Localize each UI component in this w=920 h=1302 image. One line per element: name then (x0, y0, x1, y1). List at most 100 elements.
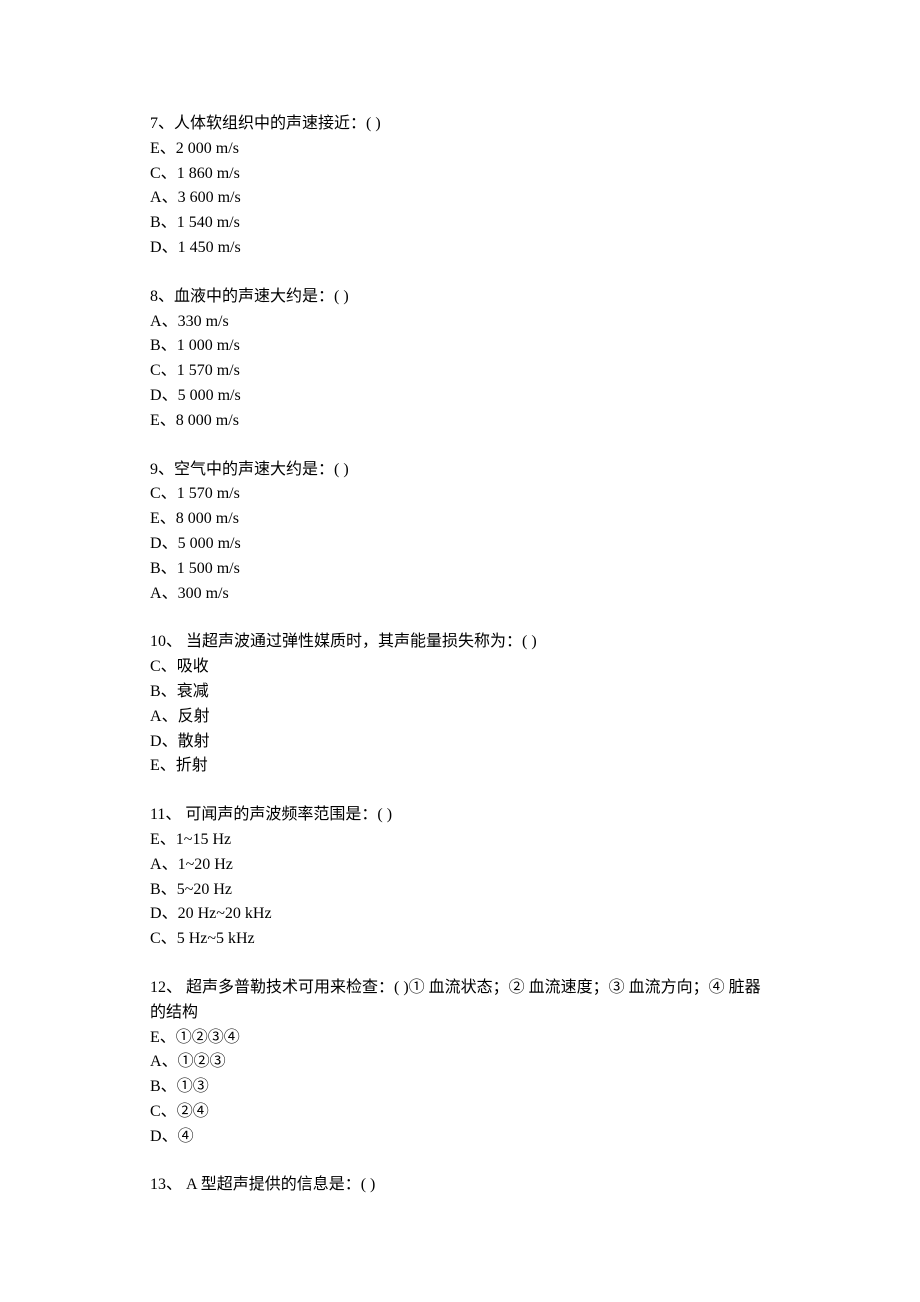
opt-letter: B (150, 1078, 161, 1095)
opt-text: 8 000 m/s (176, 510, 239, 527)
opt-letter: C (150, 485, 161, 502)
opt-letter: C (150, 362, 161, 379)
opt-text: 1~15 Hz (176, 831, 231, 848)
q-body: 当超声波通过弹性媒质时，其声能量损失称为：( ) (182, 633, 537, 650)
opt-text: 1 570 m/s (177, 362, 240, 379)
q-body: 人体软组织中的声速接近：( ) (174, 115, 381, 132)
q-number: 8 (150, 288, 158, 305)
q-body: 超声多普勒技术可用来检查：( )① 血流状态；② 血流速度；③ 血流方向；④ 脏… (150, 979, 761, 1021)
opt-letter: B (150, 683, 161, 700)
q-number: 9 (150, 461, 158, 478)
option: A、3 600 m/s (150, 186, 770, 211)
question-11: 11、 可闻声的声波频率范围是：( ) E、1~15 Hz A、1~20 Hz … (150, 803, 770, 952)
opt-letter: A (150, 189, 162, 206)
option: B、1 540 m/s (150, 211, 770, 236)
question-text: 13、 A 型超声提供的信息是：( ) (150, 1173, 770, 1198)
option: D、5 000 m/s (150, 384, 770, 409)
opt-letter: B (150, 214, 161, 231)
q-number: 13 (150, 1176, 166, 1193)
opt-text: 1 540 m/s (177, 214, 240, 231)
opt-letter: E (150, 757, 160, 774)
option: C、1 860 m/s (150, 162, 770, 187)
opt-text: 2 000 m/s (176, 140, 239, 157)
opt-text: 吸收 (177, 658, 209, 675)
opt-letter: C (150, 165, 161, 182)
opt-letter: E (150, 140, 160, 157)
opt-text: 5~20 Hz (177, 881, 232, 898)
option: E、2 000 m/s (150, 137, 770, 162)
option: D、5 000 m/s (150, 532, 770, 557)
opt-text: 散射 (178, 733, 210, 750)
opt-text: 8 000 m/s (176, 412, 239, 429)
option: D、散射 (150, 730, 770, 755)
option: A、1~20 Hz (150, 853, 770, 878)
opt-text: 1 860 m/s (177, 165, 240, 182)
q-body: 可闻声的声波频率范围是：( ) (181, 806, 392, 823)
opt-letter: D (150, 387, 162, 404)
opt-text: 1 450 m/s (178, 239, 241, 256)
opt-letter: A (150, 856, 162, 873)
opt-text: 5 Hz~5 kHz (177, 930, 255, 947)
option: E、8 000 m/s (150, 409, 770, 434)
opt-text: 反射 (178, 708, 210, 725)
option: D、20 Hz~20 kHz (150, 902, 770, 927)
question-12: 12、 超声多普勒技术可用来检查：( )① 血流状态；② 血流速度；③ 血流方向… (150, 976, 770, 1150)
option: C、吸收 (150, 655, 770, 680)
opt-text: 1 500 m/s (177, 560, 240, 577)
option: A、①②③ (150, 1050, 770, 1075)
opt-letter: E (150, 1029, 160, 1046)
opt-text: 300 m/s (178, 585, 229, 602)
opt-text: ②④ (177, 1103, 209, 1120)
opt-letter: B (150, 881, 161, 898)
opt-text: ①②③④ (176, 1029, 240, 1046)
question-text: 11、 可闻声的声波频率范围是：( ) (150, 803, 770, 828)
opt-letter: B (150, 337, 161, 354)
question-text: 7、人体软组织中的声速接近：( ) (150, 112, 770, 137)
option: E、8 000 m/s (150, 507, 770, 532)
question-text: 9、空气中的声速大约是：( ) (150, 458, 770, 483)
option: B、1 000 m/s (150, 334, 770, 359)
q-body: 血液中的声速大约是：( ) (174, 288, 349, 305)
opt-text: 5 000 m/s (178, 387, 241, 404)
opt-letter: A (150, 708, 162, 725)
question-7: 7、人体软组织中的声速接近：( ) E、2 000 m/s C、1 860 m/… (150, 112, 770, 261)
q-body: 空气中的声速大约是：( ) (174, 461, 349, 478)
q-body: A 型超声提供的信息是：( ) (182, 1176, 375, 1193)
opt-text: 330 m/s (178, 313, 229, 330)
question-text: 8、血液中的声速大约是：( ) (150, 285, 770, 310)
opt-text: 1 000 m/s (177, 337, 240, 354)
question-9: 9、空气中的声速大约是：( ) C、1 570 m/s E、8 000 m/s … (150, 458, 770, 607)
q-number: 10 (150, 633, 166, 650)
opt-letter: E (150, 510, 160, 527)
question-10: 10、 当超声波通过弹性媒质时，其声能量损失称为：( ) C、吸收 B、衰减 A… (150, 630, 770, 779)
option: C、1 570 m/s (150, 359, 770, 384)
opt-letter: A (150, 585, 162, 602)
q-number: 7 (150, 115, 158, 132)
opt-text: 1 570 m/s (177, 485, 240, 502)
option: E、1~15 Hz (150, 828, 770, 853)
option: A、300 m/s (150, 582, 770, 607)
option: E、①②③④ (150, 1026, 770, 1051)
option: B、1 500 m/s (150, 557, 770, 582)
opt-letter: D (150, 733, 162, 750)
question-text: 10、 当超声波通过弹性媒质时，其声能量损失称为：( ) (150, 630, 770, 655)
question-text: 12、 超声多普勒技术可用来检查：( )① 血流状态；② 血流速度；③ 血流方向… (150, 976, 770, 1026)
opt-letter: C (150, 658, 161, 675)
option: B、①③ (150, 1075, 770, 1100)
opt-letter: E (150, 831, 160, 848)
option: B、衰减 (150, 680, 770, 705)
option: D、④ (150, 1125, 770, 1150)
opt-text: 折射 (176, 757, 208, 774)
q-number: 11 (150, 806, 165, 823)
opt-letter: D (150, 239, 162, 256)
opt-letter: A (150, 1053, 162, 1070)
opt-text: 1~20 Hz (178, 856, 233, 873)
opt-letter: C (150, 930, 161, 947)
opt-text: ④ (178, 1128, 194, 1145)
option: C、1 570 m/s (150, 482, 770, 507)
option: C、5 Hz~5 kHz (150, 927, 770, 952)
opt-text: ①②③ (178, 1053, 226, 1070)
opt-text: 5 000 m/s (178, 535, 241, 552)
opt-text: 3 600 m/s (178, 189, 241, 206)
option: E、折射 (150, 754, 770, 779)
